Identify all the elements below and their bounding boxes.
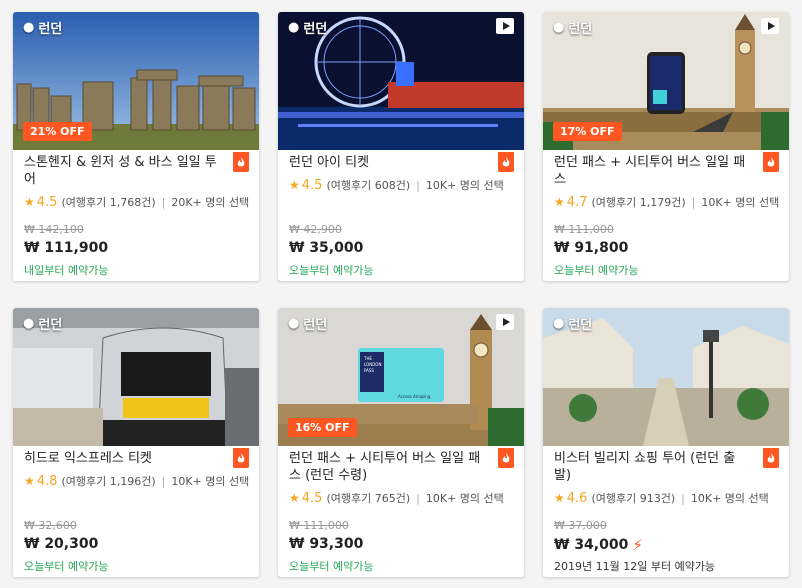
- product-card[interactable]: THE LONDON PASS Access Amazing ● 런던 16% …: [278, 308, 524, 577]
- original-price: ₩ 37,000: [554, 519, 607, 532]
- original-price: ₩ 111,000: [554, 223, 614, 236]
- pass-card-the: THE: [363, 356, 372, 361]
- star-icon: ★: [24, 195, 35, 209]
- product-card[interactable]: ● 런던 히드로 익스프레스 티켓 ★ 4.8 (여행후기 1,196건) | …: [13, 308, 259, 577]
- star-icon: ★: [24, 474, 35, 488]
- map-pin-icon: ●: [288, 20, 300, 35]
- pass-card-slogan: Access Amazing: [398, 394, 431, 399]
- card-image-stonehenge: ● 런던 21% OFF: [13, 12, 259, 150]
- original-price: ₩ 32,600: [24, 519, 77, 532]
- card-image-london-eye: ● 런던: [278, 12, 524, 150]
- availability-text: 내일부터 예약가능: [24, 264, 109, 277]
- sale-price: ₩ 34,000 ⚡: [554, 536, 643, 554]
- discount-badge: 16% OFF: [288, 418, 357, 437]
- original-price: ₩ 111,000: [289, 519, 349, 532]
- card-image-heathrow-express: ● 런던: [13, 308, 259, 446]
- sale-price: ₩ 93,300: [289, 536, 364, 552]
- availability-text: 오늘부터 예약가능: [289, 264, 374, 277]
- divider: |: [161, 195, 166, 209]
- original-price: ₩ 42,900: [289, 223, 342, 236]
- star-icon: ★: [554, 195, 565, 209]
- rating-row: ★ 4.5 (여행후기 608건) | 10K+ 명의 선택: [289, 177, 504, 193]
- klook-flame-icon: [498, 152, 514, 172]
- original-price: ₩ 142,100: [24, 223, 84, 236]
- sale-price: ₩ 35,000: [289, 240, 364, 256]
- product-card[interactable]: ● 런던 비스터 빌리지 쇼핑 투어 (런던 출발) ★ 4.6 (여행후기 9…: [543, 308, 789, 577]
- map-pin-icon: ●: [23, 20, 35, 35]
- availability-text: 오늘부터 예약가능: [554, 264, 639, 277]
- lightning-icon: ⚡: [632, 536, 643, 554]
- play-icon[interactable]: [496, 314, 514, 330]
- map-pin-icon: ●: [553, 316, 565, 331]
- play-icon[interactable]: [761, 18, 779, 34]
- availability-text: 오늘부터 예약가능: [289, 560, 374, 573]
- divider: |: [681, 491, 685, 505]
- card-image-london-pass-pickup: THE LONDON PASS Access Amazing ● 런던 16% …: [278, 308, 524, 446]
- divider: |: [416, 178, 420, 192]
- card-title[interactable]: 런던 패스 + 시티투어 버스 일일 패스: [554, 154, 750, 188]
- divider: |: [691, 195, 696, 209]
- divider: |: [161, 474, 166, 488]
- location-label: ● 런던: [288, 20, 328, 37]
- card-title[interactable]: 런던 패스 + 시티투어 버스 일일 패스 (런던 수령): [289, 450, 485, 484]
- product-card[interactable]: ● 런던 런던 아이 티켓 ★ 4.5 (여행후기 608건) | 10K+ 명…: [278, 12, 524, 281]
- availability-text: 2019년 11월 12일 부터 예약가능: [554, 560, 716, 573]
- rating-row: ★ 4.5 (여행후기 765건) | 10K+ 명의 선택: [289, 490, 504, 506]
- star-icon: ★: [289, 178, 300, 192]
- play-icon[interactable]: [496, 18, 514, 34]
- location-label: ● 런던: [288, 316, 328, 333]
- map-pin-icon: ●: [288, 316, 300, 331]
- pass-card-london: LONDON: [364, 362, 381, 367]
- divider: |: [416, 491, 420, 505]
- product-card[interactable]: ● 런던 21% OFF 스톤헨지 & 윈저 성 & 바스 일일 투어 ★ 4.…: [13, 12, 259, 281]
- map-pin-icon: ●: [23, 316, 35, 331]
- rating-row: ★ 4.6 (여행후기 913건) | 10K+ 명의 선택: [554, 490, 769, 506]
- location-label: ● 런던: [553, 316, 593, 333]
- card-title[interactable]: 비스터 빌리지 쇼핑 투어 (런던 출발): [554, 450, 750, 484]
- star-icon: ★: [289, 491, 300, 505]
- card-image-bicester-village: ● 런던: [543, 308, 789, 446]
- sale-price: ₩ 91,800: [554, 240, 629, 256]
- rating-row: ★ 4.7 (여행후기 1,179건) | 10K+ 명의 선택: [554, 194, 780, 210]
- discount-badge: 21% OFF: [23, 122, 92, 141]
- star-icon: ★: [554, 491, 565, 505]
- card-image-london-pass: ● 런던 17% OFF: [543, 12, 789, 150]
- location-label: ● 런던: [23, 316, 63, 333]
- discount-badge: 17% OFF: [553, 122, 622, 141]
- klook-flame-icon: [763, 152, 779, 172]
- pass-card-pass: PASS: [364, 368, 374, 373]
- sale-price: ₩ 20,300: [24, 536, 99, 552]
- card-title[interactable]: 스톤헨지 & 윈저 성 & 바스 일일 투어: [24, 154, 220, 188]
- rating-row: ★ 4.8 (여행후기 1,196건) | 10K+ 명의 선택: [24, 473, 250, 489]
- klook-flame-icon: [233, 448, 249, 468]
- location-label: ● 런던: [23, 20, 63, 37]
- klook-flame-icon: [763, 448, 779, 468]
- availability-text: 오늘부터 예약가능: [24, 560, 109, 573]
- sale-price: ₩ 111,900: [24, 240, 109, 256]
- klook-flame-icon: [498, 448, 514, 468]
- product-card[interactable]: ● 런던 17% OFF 런던 패스 + 시티투어 버스 일일 패스 ★ 4.7…: [543, 12, 789, 281]
- card-title[interactable]: 히드로 익스프레스 티켓: [24, 450, 220, 467]
- card-title[interactable]: 런던 아이 티켓: [289, 154, 485, 171]
- klook-flame-icon: [233, 152, 249, 172]
- map-pin-icon: ●: [553, 20, 565, 35]
- location-label: ● 런던: [553, 20, 593, 37]
- rating-row: ★ 4.5 (여행후기 1,768건) | 20K+ 명의 선택: [24, 194, 250, 210]
